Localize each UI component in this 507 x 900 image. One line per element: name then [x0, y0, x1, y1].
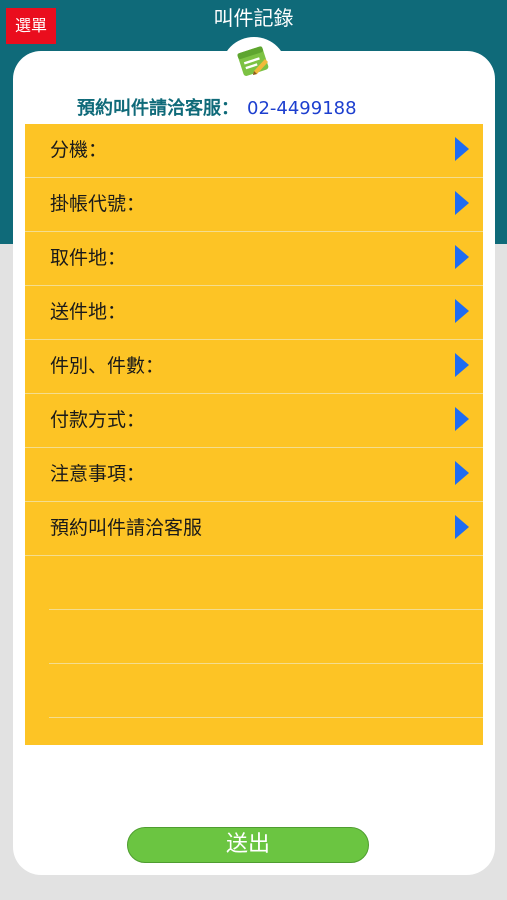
row-customer-service[interactable]: 預約叫件請洽客服 — [25, 502, 483, 555]
hotline-label: 預約叫件請洽客服： — [77, 98, 239, 119]
empty-row-divider — [49, 717, 483, 718]
empty-row-divider — [49, 663, 483, 664]
hotline-info: 預約叫件請洽客服： 02-4499188 — [77, 97, 357, 121]
row-label: 取件地： — [50, 247, 127, 269]
row-extension[interactable]: 分機： — [25, 124, 483, 177]
empty-row-divider — [49, 609, 483, 610]
submit-button[interactable]: 送出 — [127, 827, 369, 863]
chevron-right-icon — [455, 407, 469, 431]
row-notes[interactable]: 注意事項： — [25, 448, 483, 501]
form-panel: 分機： 掛帳代號： 取件地： 送件地： 件別、件數： 付款方式： 注意事項： 預… — [25, 124, 483, 745]
row-pickup-location[interactable]: 取件地： — [25, 232, 483, 285]
page-title: 叫件記錄 — [213, 6, 294, 30]
chevron-right-icon — [455, 299, 469, 323]
row-account-code[interactable]: 掛帳代號： — [25, 178, 483, 231]
row-label: 預約叫件請洽客服 — [50, 517, 203, 539]
row-label: 注意事項： — [50, 463, 146, 485]
row-label: 件別、件數： — [50, 355, 165, 377]
row-label: 掛帳代號： — [50, 193, 146, 215]
row-label: 送件地： — [50, 301, 127, 323]
row-divider — [25, 555, 483, 556]
row-payment-method[interactable]: 付款方式： — [25, 394, 483, 447]
chevron-right-icon — [455, 353, 469, 377]
menu-button[interactable]: 選單 — [6, 8, 56, 44]
hotline-number[interactable]: 02-4499188 — [247, 98, 357, 119]
row-label: 付款方式： — [50, 409, 146, 431]
chevron-right-icon — [455, 191, 469, 215]
chevron-right-icon — [455, 137, 469, 161]
chevron-right-icon — [455, 245, 469, 269]
notepad-pencil-icon — [237, 46, 269, 76]
chevron-right-icon — [455, 461, 469, 485]
row-item-type-count[interactable]: 件別、件數： — [25, 340, 483, 393]
chevron-right-icon — [455, 515, 469, 539]
row-label: 分機： — [50, 139, 108, 161]
row-delivery-location[interactable]: 送件地： — [25, 286, 483, 339]
